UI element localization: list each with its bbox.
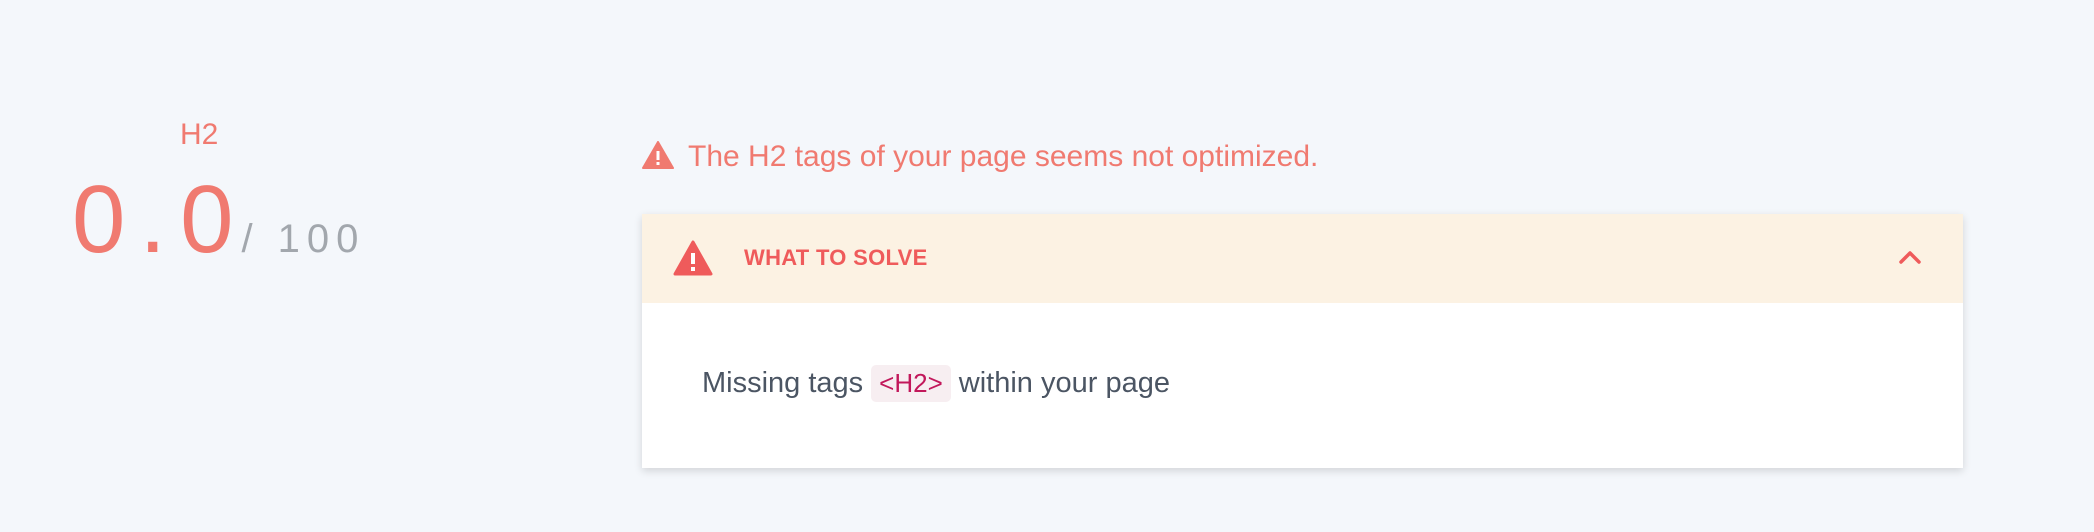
score-row: 0.0 / 100 — [72, 172, 365, 268]
warning-triangle-icon — [673, 240, 713, 281]
score-max: / 100 — [241, 217, 366, 261]
warning-triangle-icon — [642, 140, 674, 174]
card-body: Missing tags <H2> within your page — [642, 303, 1963, 468]
card-title: WHAT TO SOLVE — [744, 245, 928, 270]
code-tag: <H2> — [871, 365, 951, 402]
score-label: H2 — [180, 118, 219, 151]
issue-prefix: Missing tags — [702, 367, 864, 399]
what-to-solve-card: WHAT TO SOLVE Missing tags <H2> within y… — [642, 214, 1963, 468]
warning-text: The H2 tags of your page seems not optim… — [688, 140, 1319, 173]
page: H2 0.0 / 100 The H2 tags of your page se… — [0, 0, 2094, 532]
warning-message: The H2 tags of your page seems not optim… — [642, 140, 1318, 174]
issue-text: Missing tags <H2> within your page — [702, 365, 1170, 402]
issue-suffix: within your page — [958, 367, 1170, 399]
card-header[interactable]: WHAT TO SOLVE — [642, 214, 1963, 303]
chevron-up-icon[interactable] — [1897, 246, 1923, 268]
score-value: 0.0 — [72, 166, 248, 273]
